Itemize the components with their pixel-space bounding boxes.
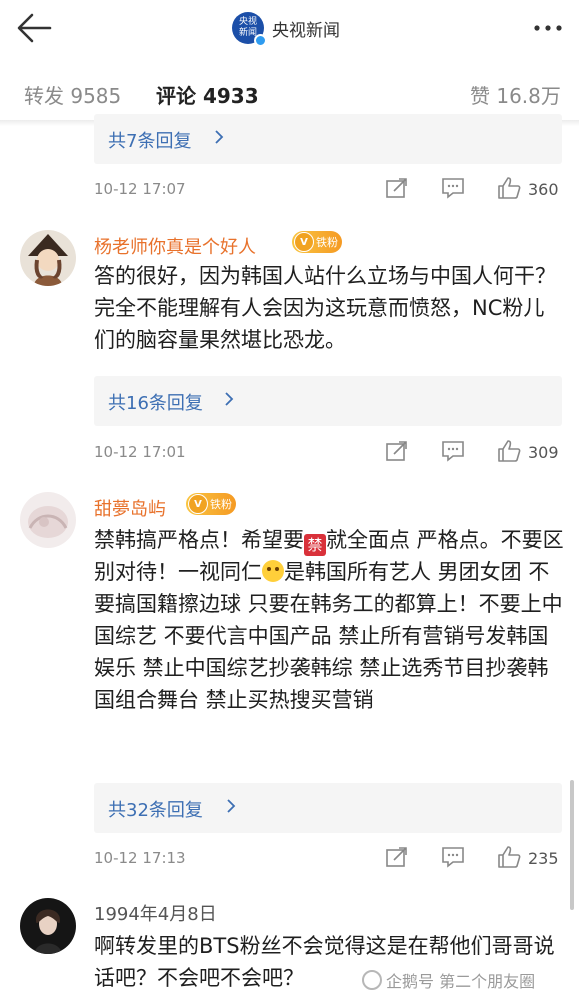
username[interactable]: 1994年4月8日 [94, 900, 217, 926]
like-icon[interactable] [496, 176, 522, 200]
comment-icon[interactable] [440, 845, 466, 869]
like-count: 235 [528, 849, 559, 868]
avatar[interactable] [20, 898, 76, 954]
crown-icon: V [188, 494, 208, 514]
watermark-logo-icon [362, 970, 382, 990]
chevron-right-icon [215, 130, 224, 144]
avatar[interactable] [20, 492, 76, 548]
ban-emoji-icon: 禁 [304, 534, 326, 556]
avatar-image [20, 492, 76, 548]
verified-icon [254, 34, 267, 47]
chevron-right-icon [227, 799, 236, 813]
comment-meta: 10-12 17:13 235 [94, 844, 562, 874]
replies-count: 共16条回复 [108, 393, 203, 414]
scared-face-emoji-icon [262, 560, 284, 582]
account-name: 央视新闻 [272, 20, 340, 41]
comment-text-part: 禁韩搞严格点！希望要 [94, 528, 304, 552]
tab-comments[interactable]: 评论 4933 [156, 80, 259, 109]
tab-bar: 转发 9585 评论 4933 赞 16.8万 [0, 66, 579, 120]
fan-badge: V 铁粉 [292, 231, 342, 253]
share-icon[interactable] [384, 439, 410, 463]
replies-link[interactable]: 共16条回复 [94, 376, 562, 426]
fan-badge-label: 铁粉 [210, 498, 232, 511]
account-logo: 央视新闻 [232, 12, 267, 47]
avatar-image [20, 898, 76, 954]
replies-count: 共32条回复 [108, 800, 203, 821]
comment-time: 10-12 17:01 [94, 443, 186, 461]
comment-time: 10-12 17:07 [94, 180, 186, 198]
replies-link[interactable]: 共7条回复 [94, 114, 562, 164]
like-count: 360 [528, 180, 559, 199]
crown-icon: V [294, 232, 314, 252]
more-dots-icon[interactable] [533, 18, 563, 38]
watermark-text: 企鹅号 第二个朋友圈 [386, 972, 536, 991]
tab-likes[interactable]: 赞 16.8万 [470, 80, 561, 109]
fan-badge-label: 铁粉 [316, 236, 338, 249]
account-header[interactable]: 央视新闻 央视新闻 [232, 12, 340, 47]
avatar[interactable] [20, 230, 76, 286]
username[interactable]: 甜夢岛屿 [94, 495, 166, 521]
comment-text: 答的很好，因为韩国人站什么立场与中国人何干？完全不能理解有人会因为这玩意而愤怒，… [94, 264, 556, 352]
top-bar: 央视新闻 央视新闻 [0, 0, 579, 56]
fan-badge: V 铁粉 [186, 493, 236, 515]
share-icon[interactable] [384, 845, 410, 869]
tab-reposts[interactable]: 转发 9585 [24, 80, 121, 109]
replies-link[interactable]: 共32条回复 [94, 783, 562, 833]
like-count: 309 [528, 443, 559, 462]
like-icon[interactable] [496, 439, 522, 463]
avatar-image [20, 230, 76, 286]
username[interactable]: 杨老师你真是个好人 [94, 233, 256, 259]
share-icon[interactable] [384, 176, 410, 200]
scrollbar[interactable] [570, 780, 574, 910]
comment-meta: 10-12 17:01 309 [94, 438, 562, 468]
watermark: 企鹅号 第二个朋友圈 [362, 968, 535, 992]
comment-text: 禁韩搞严格点！希望要禁就全面点 严格点。不要区别对待！一视同仁 是韩国所有艺人 男… [94, 524, 564, 716]
comment-time: 10-12 17:13 [94, 849, 186, 867]
back-arrow-icon[interactable] [14, 10, 54, 46]
comment-icon[interactable] [440, 176, 466, 200]
replies-count: 共7条回复 [108, 131, 192, 152]
comment-meta: 10-12 17:07 360 [94, 175, 562, 205]
chevron-right-icon [225, 392, 234, 406]
comment-icon[interactable] [440, 439, 466, 463]
like-icon[interactable] [496, 845, 522, 869]
